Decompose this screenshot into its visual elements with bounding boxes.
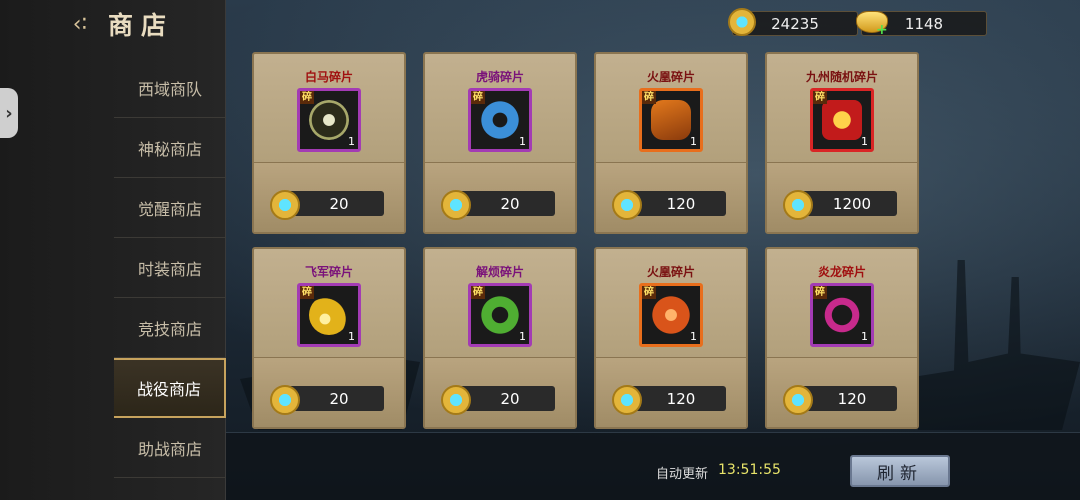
shard-tag: 碎 (300, 286, 314, 299)
shop-item-card[interactable]: 火凰碎片 碎 1 120 (594, 52, 748, 234)
gem-coin-icon (783, 385, 813, 415)
menu-item-mystery-shop[interactable]: 神秘商店 (114, 118, 226, 178)
auto-refresh-label: 自动更新 (656, 467, 709, 482)
item-name: 九州随机碎片 (805, 70, 878, 84)
green-belt-icon (480, 295, 520, 335)
shop-item-card[interactable]: 炎龙碎片 碎 1 120 (765, 247, 919, 429)
crown-icon (822, 100, 862, 140)
item-frame: 碎 1 (810, 283, 874, 347)
gem-coin-icon (270, 385, 300, 415)
item-name: 白马碎片 (304, 70, 353, 84)
item-frame: 碎 1 (639, 283, 703, 347)
shop-item-card[interactable]: 火凰碎片 碎 1 120 (594, 247, 748, 429)
item-quantity: 1 (690, 135, 697, 148)
gem-coin-icon (612, 190, 642, 220)
shop-item-card[interactable]: 解烦碎片 碎 1 20 (423, 247, 577, 429)
item-frame: 碎 1 (639, 88, 703, 152)
item-name: 炎龙碎片 (817, 265, 866, 279)
item-name: 飞军碎片 (304, 265, 353, 279)
chevron-right-icon: › (5, 102, 13, 124)
item-quantity: 1 (861, 135, 868, 148)
back-button[interactable]: ‹∶ (62, 8, 98, 40)
shard-tag: 碎 (813, 286, 827, 299)
gem-currency-icon (728, 8, 756, 36)
shard-tag: 碎 (642, 91, 656, 104)
item-name: 解烦碎片 (475, 265, 524, 279)
golden-hook-icon (309, 295, 349, 335)
shop-item-card[interactable]: 飞军碎片 碎 1 20 (252, 247, 406, 429)
item-name: 虎骑碎片 (475, 70, 524, 84)
item-quantity: 1 (519, 330, 526, 343)
menu-item-arena-shop[interactable]: 竞技商店 (114, 298, 226, 358)
shard-tag: 碎 (813, 91, 827, 104)
shop-item-card[interactable]: 白马碎片 碎 1 20 (252, 52, 406, 234)
item-name: 火凰碎片 (646, 265, 695, 279)
gem-coin-icon (441, 385, 471, 415)
shard-tag: 碎 (471, 91, 485, 104)
item-frame: 碎 1 (468, 283, 532, 347)
page-title: 商店 (108, 11, 175, 40)
item-frame: 碎 1 (468, 88, 532, 152)
menu-item-awakening-shop[interactable]: 觉醒商店 (114, 178, 226, 238)
back-arrow-icon: ‹∶ (72, 11, 88, 37)
item-quantity: 1 (519, 135, 526, 148)
item-quantity: 1 (348, 330, 355, 343)
shop-menu: 西域商队 神秘商店 觉醒商店 时装商店 竞技商店 战役商店 助战商店 (114, 58, 226, 478)
menu-item-campaign-shop[interactable]: 战役商店 (114, 358, 226, 418)
gem-coin-icon (441, 190, 471, 220)
bottom-bar (226, 432, 1080, 500)
item-name: 火凰碎片 (646, 70, 695, 84)
menu-item-fashion-shop[interactable]: 时装商店 (114, 238, 226, 298)
item-frame: 碎 1 (297, 283, 361, 347)
jade-ring-icon (480, 100, 520, 140)
menu-item-support-shop[interactable]: 助战商店 (114, 418, 226, 478)
gem-coin-icon (783, 190, 813, 220)
item-frame: 碎 1 (810, 88, 874, 152)
item-frame: 碎 1 (297, 88, 361, 152)
add-currency-icon[interactable]: + (876, 22, 888, 38)
item-quantity: 1 (690, 330, 697, 343)
shard-tag: 碎 (642, 286, 656, 299)
item-quantity: 1 (861, 330, 868, 343)
shard-tag: 碎 (471, 286, 485, 299)
belt-icon (651, 100, 691, 140)
auto-refresh-timer: 13:51:55 (718, 462, 781, 478)
expand-side-panel-button[interactable]: › (0, 88, 18, 138)
menu-item-western-caravan[interactable]: 西域商队 (114, 58, 226, 118)
shard-tag: 碎 (300, 91, 314, 104)
refresh-button[interactable]: 刷新 (850, 455, 950, 487)
gem-coin-icon (270, 190, 300, 220)
shop-item-card[interactable]: 九州随机碎片 碎 1 1200 (765, 52, 919, 234)
sidebar: ‹∶ 商店 › 西域商队 神秘商店 觉醒商店 时装商店 竞技商店 战役商店 助战… (0, 0, 226, 500)
necklace-icon (309, 100, 349, 140)
beads-icon (822, 295, 862, 335)
shop-item-card[interactable]: 虎骑碎片 碎 1 20 (423, 52, 577, 234)
fire-amulet-icon (651, 295, 691, 335)
item-quantity: 1 (348, 135, 355, 148)
gem-coin-icon (612, 385, 642, 415)
